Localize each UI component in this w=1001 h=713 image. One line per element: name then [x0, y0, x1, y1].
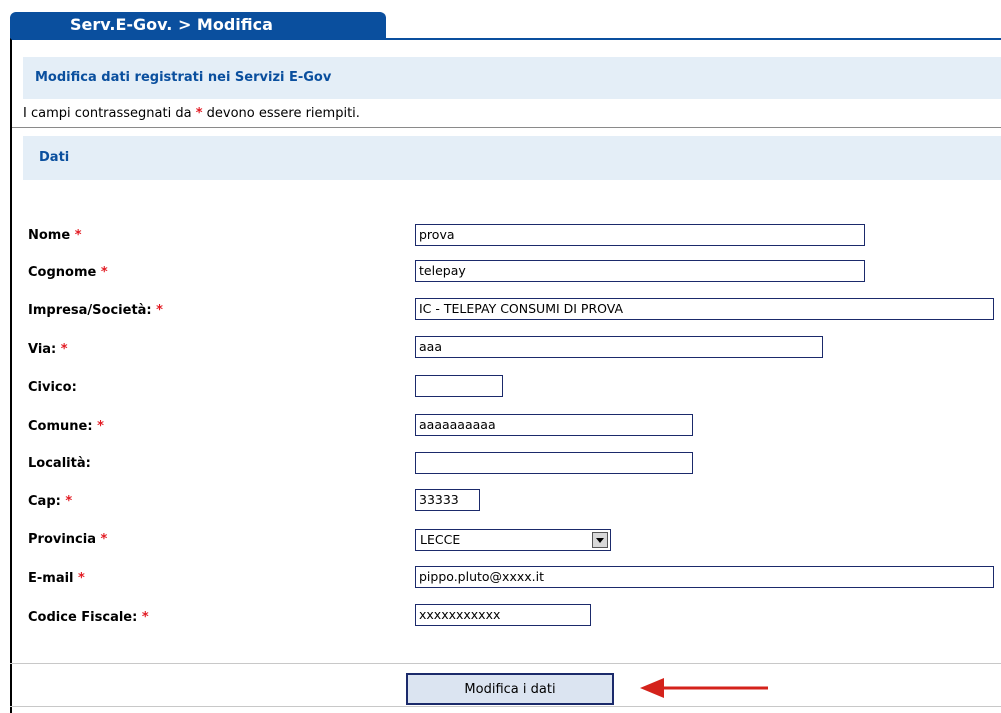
- cap-input[interactable]: 33333: [415, 489, 480, 511]
- provincia-select[interactable]: LECCE: [415, 529, 611, 551]
- divider: [10, 706, 1001, 707]
- label-impresa: Impresa/Società: *: [28, 303, 163, 318]
- note-text-before: I campi contrassegnati da: [23, 106, 196, 121]
- localita-input[interactable]: [415, 452, 693, 474]
- note-text-after: devono essere riempiti.: [202, 106, 360, 121]
- chevron-down-icon[interactable]: [592, 532, 608, 548]
- required-star: *: [100, 532, 108, 547]
- label-text: E-mail: [28, 571, 74, 586]
- page-tab[interactable]: Serv.E-Gov. > Modifica: [10, 12, 386, 38]
- label-localita: Località:: [28, 456, 91, 471]
- tab-label: Serv.E-Gov. > Modifica: [70, 15, 273, 34]
- required-star: *: [60, 342, 68, 357]
- divider: [12, 127, 1001, 128]
- section-title: Dati: [39, 150, 70, 165]
- required-star: *: [195, 106, 203, 121]
- label-text: Cognome: [28, 265, 97, 280]
- required-star: *: [100, 265, 108, 280]
- label-text: Civico:: [28, 380, 77, 395]
- label-comune: Comune: *: [28, 419, 104, 434]
- label-email: E-mail *: [28, 571, 85, 586]
- submit-button[interactable]: Modifica i dati: [406, 673, 614, 705]
- cognome-input[interactable]: telepay: [415, 260, 865, 282]
- section-header: Dati: [23, 136, 1001, 180]
- comune-input[interactable]: aaaaaaaaaa: [415, 414, 693, 436]
- label-provincia: Provincia *: [28, 532, 107, 547]
- label-text: Via:: [28, 342, 57, 357]
- impresa-input[interactable]: IC - TELEPAY CONSUMI DI PROVA: [415, 298, 994, 320]
- label-text: Comune:: [28, 419, 93, 434]
- nome-input[interactable]: prova: [415, 224, 865, 246]
- required-star: *: [65, 494, 73, 509]
- page-title: Modifica dati registrati nei Servizi E-G…: [35, 70, 332, 85]
- label-nome: Nome *: [28, 228, 82, 243]
- label-text: Impresa/Società:: [28, 303, 152, 318]
- required-note: I campi contrassegnati da * devono esser…: [23, 106, 360, 121]
- civico-input[interactable]: [415, 375, 503, 397]
- required-star: *: [97, 419, 104, 434]
- required-star: *: [156, 303, 163, 318]
- label-cap: Cap: *: [28, 494, 72, 509]
- label-text: Nome: [28, 228, 71, 243]
- required-star: *: [78, 571, 85, 586]
- label-civico: Civico:: [28, 380, 77, 395]
- divider: [10, 663, 1001, 664]
- arrow-left-icon: [640, 678, 768, 698]
- page-header: Modifica dati registrati nei Servizi E-G…: [23, 57, 1001, 99]
- label-text: Cap:: [28, 494, 61, 509]
- label-via: Via: *: [28, 342, 68, 357]
- label-text: Località:: [28, 456, 91, 471]
- required-star: *: [141, 610, 149, 625]
- provincia-selected-value: LECCE: [420, 532, 461, 547]
- label-codice-fiscale: Codice Fiscale: *: [28, 610, 149, 625]
- label-cognome: Cognome *: [28, 265, 108, 280]
- codice-fiscale-input[interactable]: xxxxxxxxxxx: [415, 604, 591, 626]
- email-input[interactable]: pippo.pluto@xxxx.it: [415, 566, 994, 588]
- required-star: *: [74, 228, 82, 243]
- label-text: Codice Fiscale:: [28, 610, 138, 625]
- label-text: Provincia: [28, 532, 96, 547]
- via-input[interactable]: aaa: [415, 336, 823, 358]
